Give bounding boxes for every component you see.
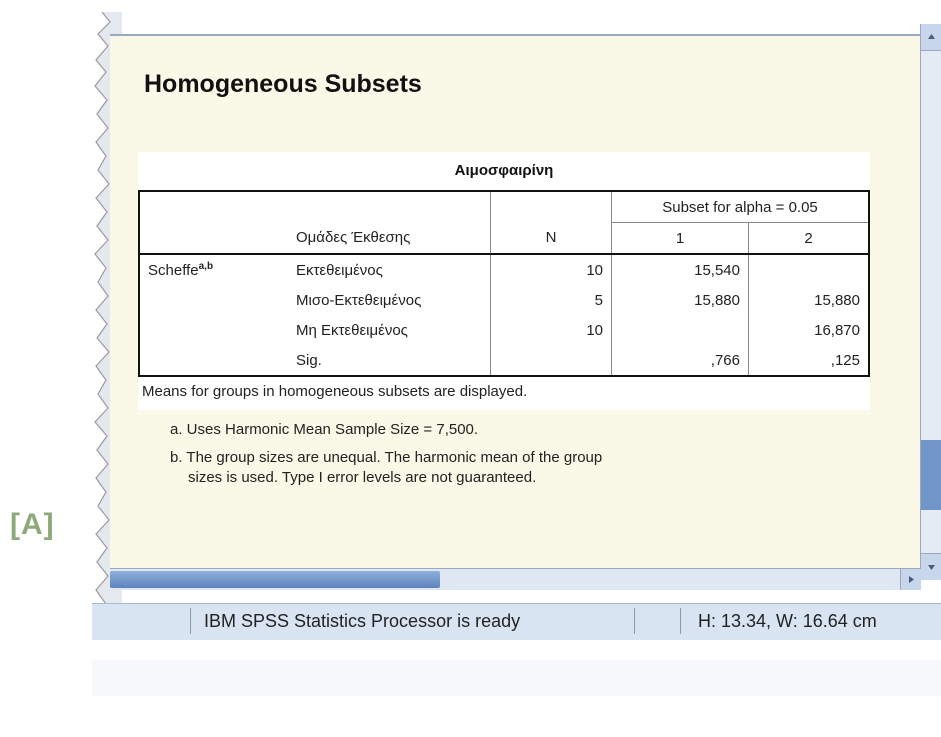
table-row: Μη Εκτεθειμένος 10 16,870 — [138, 315, 870, 345]
viewer-content-pane: Homogeneous Subsets Αιμοσφαιρίνη Subset … — [110, 34, 920, 584]
table-row: Sig. ,766 ,125 — [138, 345, 870, 377]
horizontal-scroll-thumb[interactable] — [110, 571, 440, 588]
status-dimensions: H: 13.34, W: 16.64 cm — [698, 611, 877, 631]
status-cell-empty — [640, 608, 681, 634]
scroll-up-button[interactable] — [921, 24, 941, 51]
column-header-n: N — [490, 222, 612, 255]
n-cell: 5 — [490, 285, 612, 315]
status-bar: IBM SPSS Statistics Processor is ready H… — [92, 603, 941, 640]
group-cell: Sig. — [288, 345, 491, 377]
footnote-a: a. Uses Harmonic Mean Sample Size = 7,50… — [170, 421, 479, 438]
subset1-cell: 15,880 — [611, 285, 749, 315]
empty-header-cell — [138, 190, 288, 223]
method-footnote-marker: a,b — [198, 261, 214, 272]
scroll-down-button[interactable] — [921, 553, 941, 580]
table-title: Αιμοσφαιρίνη — [454, 162, 554, 179]
group-cell: Μη Εκτεθειμένος — [296, 321, 408, 339]
figure-label: [A] — [10, 508, 55, 541]
homogeneous-subsets-table: Subset for alpha = 0.05 Ομάδες Έκθεσης N… — [138, 190, 870, 377]
vertical-scrollbar[interactable] — [920, 24, 941, 580]
table-footnote: Means for groups in homogeneous subsets … — [142, 383, 528, 400]
empty-header-cell — [490, 190, 612, 223]
arrow-right-icon — [909, 576, 914, 583]
footnotes-block: a. Uses Harmonic Mean Sample Size = 7,50… — [138, 410, 870, 500]
arrow-up-icon — [928, 34, 935, 39]
pivot-table-report: Αιμοσφαιρίνη Subset for alpha = 0.05 Ομά… — [138, 152, 870, 500]
method-cell: Scheffea,b — [138, 254, 288, 285]
column-header-subset-1: 1 — [611, 222, 749, 255]
subset2-cell: ,125 — [748, 345, 870, 377]
column-header-subset-2: 2 — [748, 222, 870, 255]
subset1-cell: 15,540 — [611, 254, 749, 285]
horizontal-scrollbar[interactable] — [110, 568, 921, 590]
footnote-b-line2: sizes is used. Type I error levels are n… — [188, 469, 537, 486]
arrow-down-icon — [928, 565, 935, 570]
reflection-band — [92, 660, 941, 696]
method-cell — [138, 345, 288, 377]
footnote-b: b. The group sizes are unequal. The harm… — [138, 444, 870, 492]
subset1-cell: ,766 — [611, 345, 749, 377]
table-row: Μισο-Εκτεθειμένος 5 15,880 15,880 — [138, 285, 870, 315]
group-cell: Εκτεθειμένος — [296, 261, 383, 279]
scroll-right-button[interactable] — [900, 569, 921, 590]
n-cell: 10 — [490, 254, 612, 285]
subset2-cell: 16,870 — [748, 315, 870, 345]
subset2-cell — [748, 254, 870, 285]
subset1-cell — [611, 315, 749, 345]
empty-header-cell — [288, 190, 491, 223]
group-cell: Μισο-Εκτεθειμένος — [296, 291, 422, 309]
table-row: Scheffea,b Εκτεθειμένος 10 15,540 — [138, 254, 870, 285]
column-header-group: Ομάδες Έκθεσης — [288, 222, 491, 255]
method-label: Scheffe — [148, 262, 199, 279]
status-message: IBM SPSS Statistics Processor is ready — [200, 608, 635, 634]
vertical-scroll-thumb[interactable] — [921, 440, 941, 510]
method-cell — [138, 315, 288, 345]
section-heading: Homogeneous Subsets — [144, 70, 422, 98]
status-bar-reflection — [92, 660, 941, 730]
n-cell — [490, 345, 612, 377]
output-viewer-window: Homogeneous Subsets Αιμοσφαιρίνη Subset … — [92, 12, 941, 640]
empty-header-cell — [138, 222, 288, 255]
n-cell: 10 — [490, 315, 612, 345]
status-cell-empty — [100, 608, 191, 634]
footnote-b-line1: b. The group sizes are unequal. The harm… — [170, 449, 603, 466]
subset-header: Subset for alpha = 0.05 — [611, 190, 870, 223]
method-cell — [138, 285, 288, 315]
subset2-cell: 15,880 — [748, 285, 870, 315]
